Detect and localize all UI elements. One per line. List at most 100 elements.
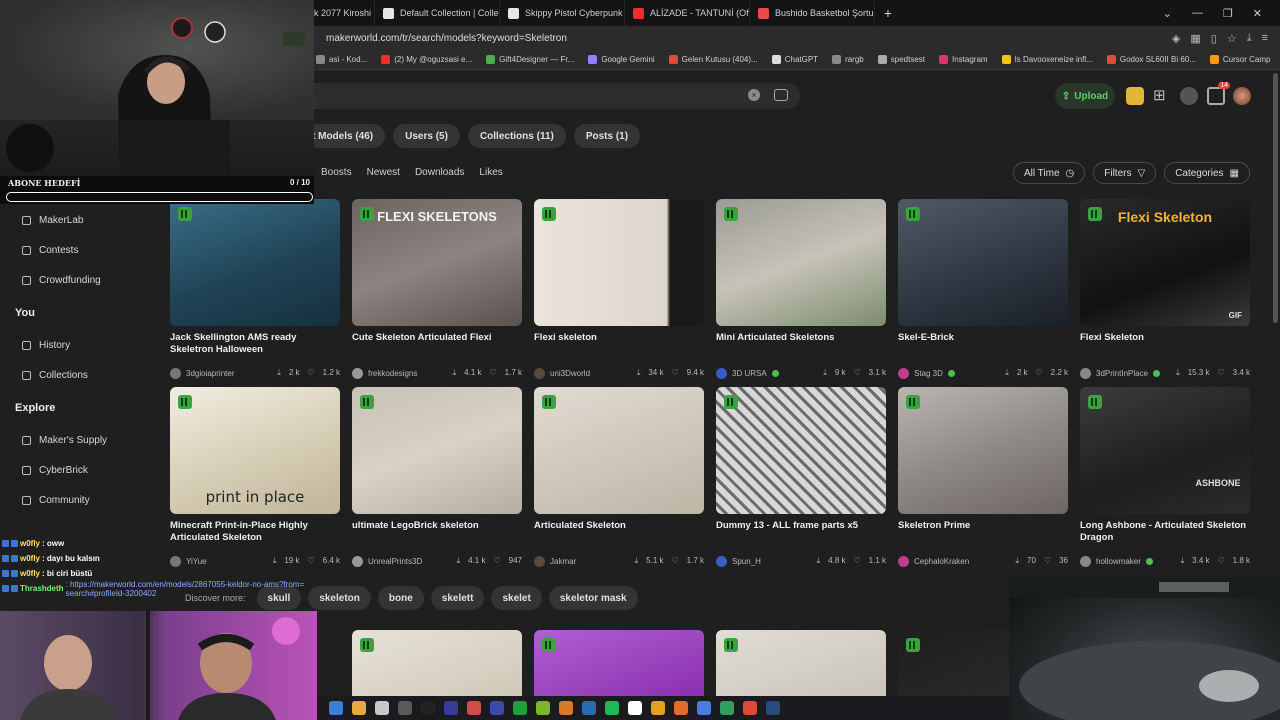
model-card[interactable]: Skeletron Prime CephaloKraken ⤓ 70 ♡ 36 [898,387,1068,568]
download-icon[interactable]: ⤓ [1247,32,1252,45]
extension-icon[interactable]: ◈ [1172,32,1180,45]
author-name[interactable]: UnrealPrints3D [368,557,422,566]
sidebar-item[interactable]: Crowdfunding [0,265,150,295]
bookmark-item[interactable]: Gift4Designer — Fr... [486,55,574,64]
author-name[interactable]: 3dPrintInPlace [1096,369,1148,378]
author-avatar[interactable] [534,555,545,567]
author-avatar[interactable] [716,367,727,379]
author-name[interactable]: CephaloKraken [914,557,969,566]
bookmark-icon[interactable]: ☆ [1227,32,1237,45]
taskbar-app-icon[interactable] [444,701,458,715]
author-avatar[interactable] [352,555,363,567]
bookmark-item[interactable]: Google Gemini [588,55,655,64]
model-card[interactable]: Mini Articulated Skeletons 3D URSA ⤓ 9 k ♡ 3.… [716,199,886,380]
bookmark-item[interactable]: spedtsest [877,55,925,64]
taskbar-app-icon[interactable] [651,701,665,715]
discover-tag[interactable]: skeletor mask [548,586,638,610]
sort-option[interactable]: Downloads [415,167,464,178]
bookmark-item[interactable]: Gelen Kutusu (404)... [668,55,758,64]
model-title[interactable]: Skel-E-Brick [898,332,1068,356]
model-thumbnail[interactable] [534,630,704,700]
model-title[interactable]: Skeletron Prime [898,520,1068,544]
clear-search-icon[interactable]: × [748,89,760,101]
bookmark-item[interactable]: ChatGPT [771,55,818,64]
browser-tab[interactable]: Default Collection | Collectio [375,0,500,26]
taskbar-app-icon[interactable] [720,701,734,715]
model-title[interactable]: Jack Skellington AMS ready Skeletron Hal… [170,332,340,356]
model-title[interactable]: ultimate LegoBrick skeleton [352,520,522,544]
model-title[interactable]: Dummy 13 - ALL frame parts x5 [716,520,886,544]
discover-tag[interactable]: skelett [430,586,485,610]
author-name[interactable]: 3dgioiaprinter [186,369,234,378]
browser-tab[interactable]: ALİZADE - TANTUNİ (Official [625,0,750,26]
model-card[interactable]: Articulated Skeleton Jakmar ⤓ 5.1 k ♡ 1.7 k [534,387,704,568]
taskbar-app-icon[interactable] [329,701,343,715]
model-thumbnail[interactable]: print in place [170,387,340,514]
taskbar-app-icon[interactable] [697,701,711,715]
model-title[interactable]: Articulated Skeleton [534,520,704,544]
taskbar-app-icon[interactable] [398,701,412,715]
model-thumbnail[interactable]: FLEXI SKELETONS [352,199,522,326]
taskbar-app-icon[interactable] [490,701,504,715]
result-tab[interactable]: Posts (1) [573,124,641,148]
filters-button[interactable]: Filters ▽ [1093,162,1157,184]
author-name[interactable]: uni3Dworld [550,369,590,378]
model-card[interactable]: Flexi skeleton uni3Dworld ⤓ 34 k ♡ 9.4 k [534,199,704,380]
bookmark-item[interactable]: Godox SL60II Bi 60... [1106,55,1196,64]
close-window-icon[interactable]: ✕ [1253,7,1262,20]
browser-tab[interactable]: Skippy Pistol Cyberpunk 207 [500,0,625,26]
author-avatar[interactable] [898,555,909,567]
discover-tag[interactable]: bone [377,586,424,610]
model-card[interactable]: Flexi Skeleton GIF Flexi Skeleton 3dPrintIn… [1080,199,1250,380]
bookmark-item[interactable]: Cursor Camp [1209,55,1270,64]
sidebar-item[interactable]: CyberBrick [0,455,150,485]
taskbar-app-icon[interactable] [536,701,550,715]
author-avatar[interactable] [170,367,181,379]
model-thumbnail[interactable] [716,630,886,700]
model-thumbnail[interactable] [898,387,1068,514]
model-title[interactable]: Cute Skeleton Articulated Flexi [352,332,522,356]
author-avatar[interactable] [352,367,363,379]
discover-tag[interactable]: skelet [491,586,542,610]
language-icon[interactable] [1180,87,1198,105]
taskbar-app-icon[interactable] [375,701,389,715]
menu-icon[interactable]: ≡ [1262,32,1268,45]
sidebar-item[interactable]: MakerLab [0,205,150,235]
sidebar-item[interactable]: Maker's Supply [0,425,150,455]
bookmark-item[interactable]: Is Davooxeneize infl... [1001,55,1093,64]
taskbar-app-icon[interactable] [582,701,596,715]
chat-text[interactable]: : https://makerworld.com/en/models/28670… [66,580,306,598]
time-range-button[interactable]: All Time ◷ [1012,162,1086,184]
author-name[interactable]: 3D URSA [732,369,767,378]
sort-option[interactable]: Likes [479,167,502,178]
author-avatar[interactable] [1080,555,1091,567]
taskbar-app-icon[interactable] [467,701,481,715]
sidebar-item[interactable]: Community [0,485,150,515]
sort-option[interactable]: Newest [367,167,400,178]
taskbar-app-icon[interactable] [674,701,688,715]
model-card[interactable]: Skel-E-Brick Stag 3D ⤓ 2 k ♡ 2.2 k [898,199,1068,380]
model-title[interactable]: Flexi Skeleton [1080,332,1250,356]
model-thumbnail[interactable] [898,199,1068,326]
model-title[interactable]: Long Ashbone - Articulated Skeleton Drag… [1080,520,1250,544]
taskbar-app-icon[interactable] [559,701,573,715]
model-card[interactable]: ASHBONE Long Ashbone - Articulated Skelet… [1080,387,1250,568]
image-search-icon[interactable] [774,89,788,101]
taskbar-app-icon[interactable] [421,701,435,715]
bookmark-item[interactable]: (2) My @oguzsasi e... [381,55,472,64]
taskbar-app-icon[interactable] [605,701,619,715]
author-name[interactable]: hollowmaker [1096,557,1141,566]
new-tab-icon[interactable]: + [875,5,901,21]
taskbar-app-icon[interactable] [352,701,366,715]
model-card[interactable]: FLEXI SKELETONS Cute Skeleton Articulated… [352,199,522,380]
author-name[interactable]: Spun_H [732,557,761,566]
sidebar-item[interactable]: Collections [0,360,150,390]
model-title[interactable]: Flexi skeleton [534,332,704,356]
maximize-icon[interactable]: ❐ [1223,7,1233,20]
minimize-icon[interactable]: — [1192,7,1203,20]
taskbar-app-icon[interactable] [513,701,527,715]
taskbar-app-icon[interactable] [628,701,642,715]
sort-option[interactable]: Boosts [321,167,352,178]
model-card[interactable]: Dummy 13 - ALL frame parts x5 Spun_H ⤓ 4.8 … [716,387,886,568]
result-tab[interactable]: Collections (11) [467,124,566,148]
